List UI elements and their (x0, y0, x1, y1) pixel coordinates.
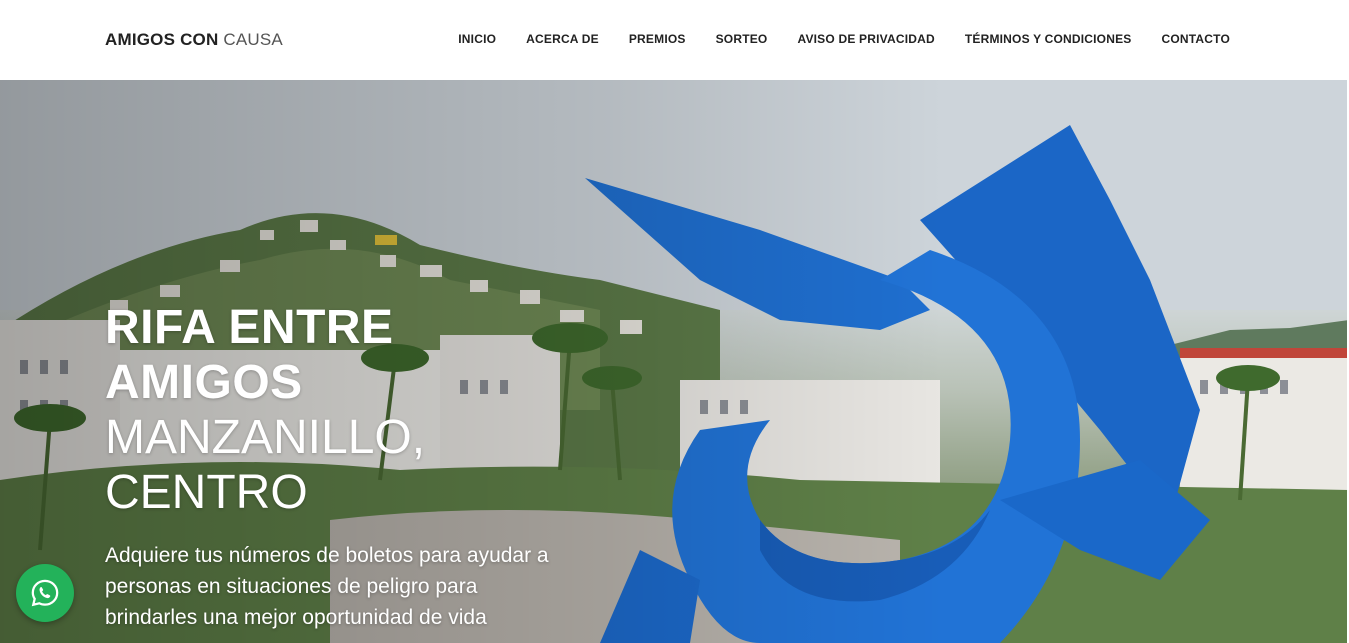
nav-acerca-de[interactable]: ACERCA DE (526, 32, 599, 46)
hero-title-line-2: AMIGOS (105, 356, 303, 409)
nav-terminos[interactable]: TÉRMINOS Y CONDICIONES (965, 32, 1132, 46)
hero-title-line-1: RIFA ENTRE (105, 301, 394, 354)
hero-section: RIFA ENTRE AMIGOS MANZANILLO, CENTRO Adq… (0, 80, 1349, 643)
site-header: AMIGOS CON CAUSA INICIO ACERCA DE PREMIO… (0, 0, 1349, 80)
main-nav: INICIO ACERCA DE PREMIOS SORTEO AVISO DE… (458, 32, 1230, 46)
brand-bold: AMIGOS CON (105, 30, 219, 49)
hero-subtitle: Adquiere tus números de boletos para ayu… (105, 544, 549, 629)
brand-logo[interactable]: AMIGOS CON CAUSA (105, 30, 283, 50)
nav-premios[interactable]: PREMIOS (629, 32, 686, 46)
brand-light: CAUSA (223, 30, 283, 49)
hero-title: RIFA ENTRE AMIGOS MANZANILLO, CENTRO (105, 300, 565, 520)
hero-text-block: RIFA ENTRE AMIGOS MANZANILLO, CENTRO Adq… (105, 300, 565, 633)
nav-aviso-privacidad[interactable]: AVISO DE PRIVACIDAD (797, 32, 934, 46)
nav-contacto[interactable]: CONTACTO (1162, 32, 1231, 46)
nav-inicio[interactable]: INICIO (458, 32, 496, 46)
whatsapp-icon (31, 579, 59, 607)
hero-title-line-4: CENTRO (105, 466, 308, 519)
nav-sorteo[interactable]: SORTEO (716, 32, 768, 46)
whatsapp-button[interactable] (16, 564, 74, 622)
hero-title-line-3: MANZANILLO, (105, 411, 426, 464)
